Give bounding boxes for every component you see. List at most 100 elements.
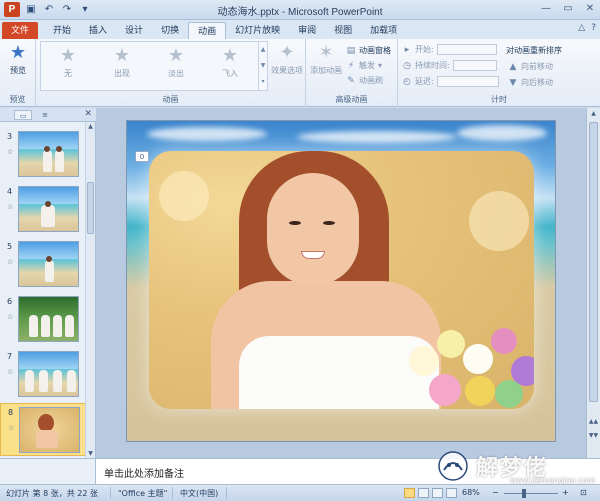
- tab-transitions[interactable]: 切换: [152, 22, 188, 39]
- tab-file[interactable]: 文件: [2, 22, 39, 39]
- zoom-level[interactable]: 68%: [462, 488, 480, 497]
- tab-view[interactable]: 视图: [325, 22, 361, 39]
- slide-thumbnail[interactable]: 4 ☆: [0, 183, 86, 236]
- previous-slide-icon[interactable]: ▲▲: [587, 418, 600, 425]
- slides-tab-icon[interactable]: ▭: [14, 110, 32, 120]
- animation-mark-icon: ☆: [7, 313, 14, 321]
- clock-icon: ◷: [403, 60, 411, 71]
- duration-input[interactable]: [452, 60, 497, 71]
- move-later-label: 向后移动: [521, 78, 553, 87]
- duration-control[interactable]: ◷ 持续时间:: [402, 60, 497, 71]
- add-animation-button[interactable]: ✶ 添加动画: [308, 43, 344, 76]
- group-timing: ▸ 开始: ◷ 持续时间: ◴ 延迟: 对动画重新排序 ▲ 向前移动 ▼ 向后移…: [398, 39, 600, 107]
- group-label-timing: 计时: [491, 95, 507, 104]
- star-icon: ★: [113, 45, 131, 66]
- effect-star-icon: ✦: [279, 42, 295, 63]
- delay-label: 延迟:: [415, 77, 434, 86]
- scroll-thumb[interactable]: [87, 182, 94, 234]
- sky-cloud: [297, 131, 457, 143]
- slide-number: 5: [7, 242, 13, 251]
- fit-to-window-icon[interactable]: ⊡: [580, 488, 587, 497]
- start-icon: ▸: [404, 44, 410, 55]
- slide-preview: [18, 186, 79, 232]
- start-dropdown[interactable]: [436, 44, 497, 55]
- animation-mark-icon: ☆: [8, 424, 15, 432]
- tab-design[interactable]: 设计: [116, 22, 152, 39]
- trigger-dropdown-icon: ▾: [378, 61, 383, 70]
- slide-sorter-view-icon[interactable]: [418, 488, 429, 498]
- scroll-down-icon[interactable]: ▼: [86, 450, 95, 457]
- zoom-slider-knob[interactable]: [522, 489, 526, 498]
- slide-number: 3: [7, 132, 13, 141]
- window-controls: — ▭ ✕: [540, 2, 596, 16]
- next-slide-icon[interactable]: ▼▼: [587, 432, 600, 439]
- slide-thumbnail[interactable]: 7 ☆: [0, 348, 86, 401]
- close-icon[interactable]: ✕: [584, 2, 596, 16]
- star-icon: ★: [167, 45, 185, 66]
- gallery-scroll[interactable]: ▲ ▼ ▾: [258, 42, 267, 90]
- maximize-icon[interactable]: ▭: [562, 2, 574, 16]
- animation-pane-button[interactable]: ▤ 动画窗格: [346, 45, 391, 56]
- animation-none-label: 无: [64, 69, 72, 78]
- thumbnail-scrollbar[interactable]: ▲ ▼: [85, 122, 95, 458]
- ribbon-tabs: 文件 开始 插入 设计 切换 动画 幻灯片放映 审阅 视图 加载项 △ ?: [0, 20, 600, 39]
- start-control[interactable]: ▸ 开始:: [402, 44, 497, 55]
- slide-preview: [18, 296, 79, 342]
- tab-animations[interactable]: 动画: [188, 22, 227, 39]
- slide-scrollbar[interactable]: ▲ ▲▲ ▼▼: [586, 108, 600, 458]
- preview-label: 预览: [10, 66, 26, 75]
- animation-appear-button[interactable]: ★ 出现: [105, 46, 139, 79]
- zoom-out-icon[interactable]: −: [492, 488, 499, 497]
- tab-home[interactable]: 开始: [44, 22, 80, 39]
- bride-photo[interactable]: [149, 151, 534, 409]
- tab-insert[interactable]: 插入: [80, 22, 116, 39]
- move-earlier-button[interactable]: ▲ 向前移动: [508, 61, 553, 72]
- current-slide[interactable]: 0: [126, 120, 556, 442]
- delay-input[interactable]: [436, 76, 499, 87]
- painter-label: 动画刷: [359, 76, 383, 85]
- animation-fade-button[interactable]: ★ 淡出: [159, 46, 193, 79]
- tab-addins[interactable]: 加载项: [361, 22, 406, 39]
- scroll-up-icon[interactable]: ▲: [587, 110, 600, 117]
- animation-fade-label: 淡出: [168, 69, 184, 78]
- slide-thumbnail[interactable]: 6 ☆: [0, 293, 86, 346]
- effect-options-button[interactable]: ✦ 效果选项: [270, 43, 304, 76]
- animation-fly-in-button[interactable]: ★ 飞入: [213, 46, 247, 79]
- slide-number: 7: [7, 352, 13, 361]
- status-bar: 幻灯片 第 8 张，共 22 张 "Office 主题" 中文(中国) 68% …: [0, 484, 600, 501]
- delay-control[interactable]: ◴ 延迟:: [402, 76, 499, 87]
- scroll-up-icon[interactable]: ▲: [86, 123, 95, 130]
- trigger-button[interactable]: ⚡ 触发 ▾: [346, 60, 382, 71]
- theme-name[interactable]: "Office 主题": [118, 488, 167, 499]
- language[interactable]: 中文(中国): [180, 488, 218, 499]
- zoom-in-icon[interactable]: +: [562, 488, 569, 497]
- preview-button[interactable]: ★ 预览: [1, 43, 35, 76]
- animation-none-button[interactable]: ★ 无: [51, 46, 85, 79]
- slide-thumbnail-selected[interactable]: 8 ☆: [0, 403, 86, 456]
- move-earlier-label: 向前移动: [521, 62, 553, 71]
- scroll-thumb[interactable]: [589, 122, 598, 402]
- slideshow-view-icon[interactable]: [446, 488, 457, 498]
- reading-view-icon[interactable]: [432, 488, 443, 498]
- slides-panel: ▭ ≡ ✕ 3 ☆ 4 ☆ 5 ☆ 6 ☆ 7 ☆ 8 ☆ ▲ ▼: [0, 108, 96, 458]
- outline-tab-icon[interactable]: ≡: [36, 110, 54, 120]
- help-icon[interactable]: ?: [591, 23, 596, 33]
- minimize-ribbon-icon[interactable]: △: [578, 23, 585, 33]
- animation-mark-icon: ☆: [7, 148, 14, 156]
- panel-close-icon[interactable]: ✕: [84, 109, 92, 119]
- tab-review[interactable]: 审阅: [289, 22, 325, 39]
- animation-painter-button[interactable]: ✎ 动画刷: [346, 75, 383, 86]
- normal-view-icon[interactable]: [404, 488, 415, 498]
- move-later-button[interactable]: ▼ 向后移动: [508, 77, 553, 88]
- tab-slideshow[interactable]: 幻灯片放映: [226, 22, 289, 39]
- minimize-icon[interactable]: —: [540, 2, 552, 16]
- slide-preview: [18, 131, 79, 177]
- zoom-slider[interactable]: [504, 493, 558, 494]
- ribbon-controls: △ ?: [578, 23, 596, 33]
- notes-pane[interactable]: 单击此处添加备注: [96, 458, 600, 484]
- slide-thumbnail[interactable]: 3 ☆: [0, 128, 86, 181]
- slide-thumbnail[interactable]: 5 ☆: [0, 238, 86, 291]
- sky-cloud: [147, 127, 267, 141]
- duration-label: 持续时间:: [415, 61, 450, 70]
- animation-order-tag[interactable]: 0: [135, 151, 149, 162]
